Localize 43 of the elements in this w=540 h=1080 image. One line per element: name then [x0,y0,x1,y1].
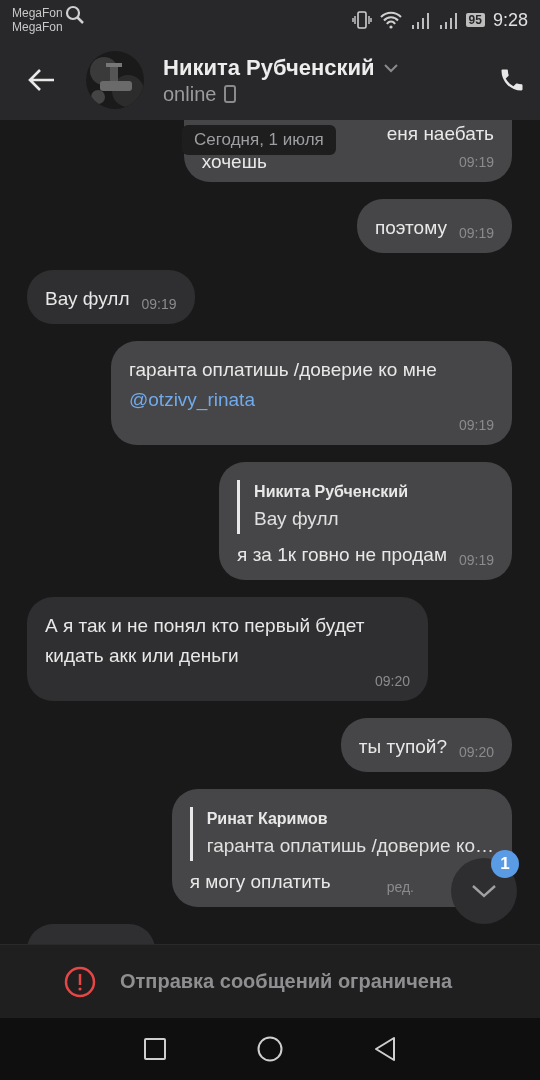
phone-device-icon [224,85,237,103]
message-text: я могу оплатить [189,870,331,894]
chevron-down-icon [471,884,497,898]
back-icon[interactable] [373,1036,397,1062]
contact-name: Никита Рубченский [163,54,375,81]
mention-link[interactable]: @otzivy_rinata [129,389,255,410]
message-text: Вау фулл [45,287,130,311]
message-time: 09:19 [458,416,494,435]
message-time: 09:20 [374,672,410,691]
message-time: 09:19 [458,153,494,172]
message-text: еня наебать [386,122,494,146]
carrier-name: MegaFon [12,20,63,34]
message-text: поэтому [375,216,447,240]
message-time: 09:19 [458,551,494,570]
signal-icon [409,11,430,29]
online-status: online [163,82,217,106]
wifi-icon [379,11,402,29]
back-arrow-icon[interactable] [28,68,56,92]
reply-author: Никита Рубченский [254,482,409,502]
chevron-down-icon[interactable] [382,62,399,73]
reply-author: Ринат Каримов [206,809,329,829]
message-text: я за 1к говно не продам [237,543,447,567]
reply-text: гаранта оплатишь /доверие ко… [206,834,494,858]
message-text: гаранта оплатишь /доверие ко мне @otzivy_rinata [129,358,438,413]
date-label: Сегодня, 1 июля [182,125,336,155]
message-time: 09:19 [141,295,177,314]
reply-text: Вау фулл [254,507,340,531]
search-icon [64,5,85,25]
restriction-text: Отправка сообщений ограничена [120,970,453,993]
battery-level: 95 [465,13,485,27]
vibrate-icon [351,10,372,30]
message-text: ты тупой? [358,735,447,759]
recent-apps-icon[interactable] [143,1037,167,1061]
message-time: 09:19 [458,224,494,243]
signal-icon [437,11,458,29]
message-time: 09:20 [458,743,494,762]
home-icon[interactable] [257,1036,283,1062]
carrier-name: MegaFon [12,6,63,20]
message-text: А я так и не понял кто первый будет кидать акк или деньги [45,614,366,668]
edited-label: ред. [386,878,414,897]
alert-icon [64,965,96,998]
unread-badge: 1 [491,850,519,878]
clock: 9:28 [492,9,528,31]
